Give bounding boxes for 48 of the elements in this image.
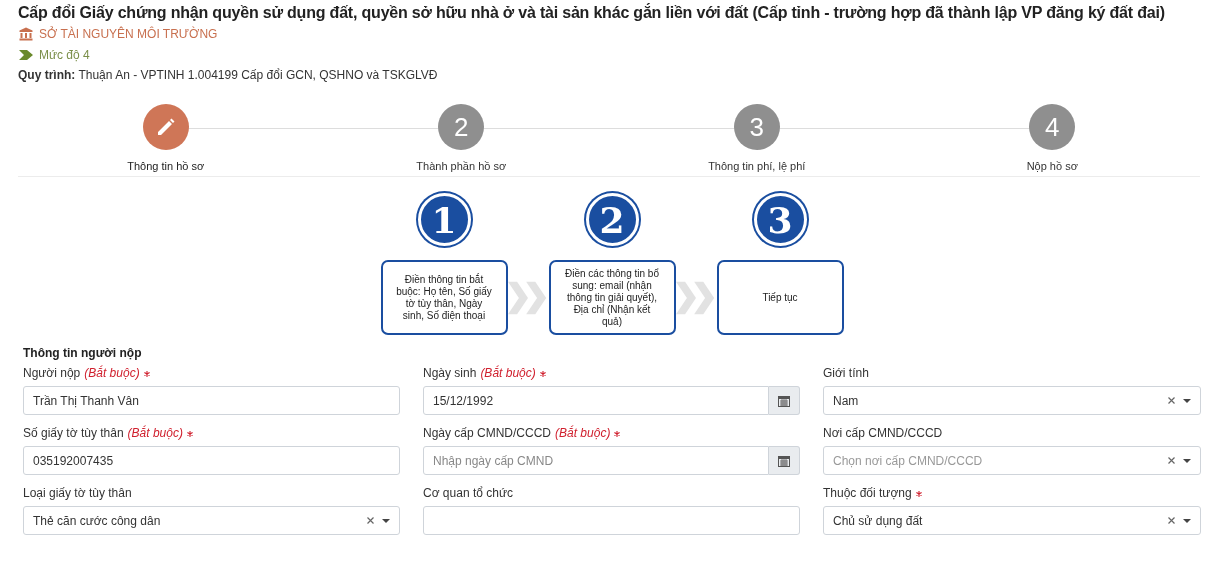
number-badge: 3 — [753, 193, 807, 246]
clear-icon[interactable] — [1168, 517, 1175, 524]
field-label: Cơ quan tổ chức — [423, 486, 514, 501]
date-field[interactable]: Nhập ngày cấp CMND — [423, 446, 769, 475]
select-field[interactable]: Thẻ căn cước công dân — [23, 506, 400, 535]
field-label: Loại giấy tờ tùy thân — [23, 486, 133, 501]
field-label: Thuộc đối tượng — [823, 486, 1201, 501]
guide-box: Điền thông tin bắt buộc: Họ tên, Số giấy tờ tùy thân, Ngày sinh, Số điện thoại — [380, 260, 508, 335]
clear-icon[interactable] — [1168, 397, 1175, 404]
guide-box: Tiếp tục — [716, 260, 844, 335]
calendar-button[interactable] — [769, 446, 800, 475]
chevron-icon — [19, 49, 33, 60]
input-field[interactable]: 035192007435 — [23, 446, 400, 475]
step-label: Thành phần hồ sơ — [416, 160, 507, 172]
field-label: Giới tính — [823, 366, 870, 381]
date-field[interactable]: 15/12/1992 — [423, 386, 769, 415]
caret-icon — [382, 518, 390, 523]
guide-box: Điền các thông tin bổ sung: email (nhận thông tin giải quyết), Địa chỉ (Nhận kết quả) — [548, 260, 676, 335]
caret-icon — [1183, 398, 1191, 403]
step-label: Nộp hồ sơ — [1026, 160, 1078, 172]
number-badge: 1 — [417, 193, 471, 246]
building-icon — [19, 26, 33, 41]
level-text: Mức độ 4 — [39, 47, 90, 62]
section-title: Thông tin người nộp — [23, 345, 143, 362]
input-field[interactable] — [423, 506, 800, 535]
field-label: Ngày sinh (Bắt buộc) — [423, 366, 800, 381]
field-label: Ngày cấp CMND/CCCD (Bắt buộc) — [423, 426, 800, 441]
step-circle-active[interactable] — [142, 104, 189, 150]
input-field[interactable]: Trần Thị Thanh Vân — [23, 386, 400, 415]
step-label: Thông tin hồ sơ — [127, 160, 205, 172]
caret-icon — [1183, 458, 1191, 463]
pencil-icon — [155, 117, 176, 137]
calendar-button[interactable] — [769, 386, 800, 415]
process-line: Quy trình: Thuận An - VPTINH 1.004199 Cấp đổi GCN, QSHNO và TSKGLVĐ — [18, 67, 439, 84]
calendar-icon — [778, 394, 790, 407]
field-label: Nơi cấp CMND/CCCD — [823, 426, 944, 441]
clear-icon[interactable] — [1168, 457, 1175, 464]
agency-name: SỞ TÀI NGUYÊN MÔI TRƯỜNG — [39, 26, 218, 41]
calendar-icon — [778, 454, 790, 467]
select-field[interactable]: Nam — [823, 386, 1201, 415]
caret-icon — [1183, 518, 1191, 523]
field-label: Số giấy tờ tùy thân (Bắt buộc) — [23, 426, 400, 441]
number-badge: 2 — [585, 193, 639, 246]
field-label: Người nộp (Bắt buộc) — [23, 366, 400, 381]
step-label: Thông tin phí, lệ phí — [708, 160, 806, 172]
page-title: Cấp đổi Giấy chứng nhận quyền sử dụng đất, quyền sở hữu nhà ở và tài sản khác gắn liền với đất (Cấp tỉnh - trường hợp đã thành lập VP đăng ký đất đai) — [18, 3, 1166, 23]
clear-icon[interactable] — [367, 517, 374, 524]
select-field[interactable]: Chủ sử dụng đất — [823, 506, 1201, 535]
